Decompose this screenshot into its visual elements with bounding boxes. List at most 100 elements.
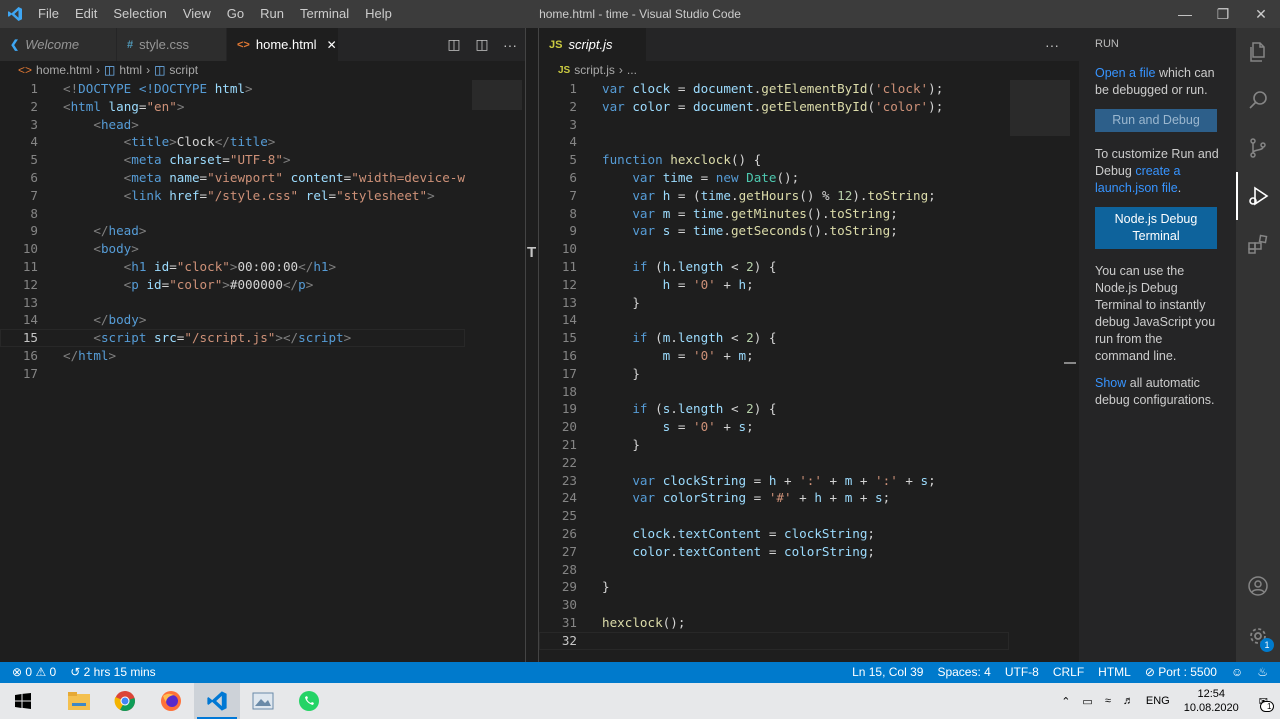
run-debug-icon[interactable] — [1236, 172, 1280, 220]
code-line[interactable]: 3 — [539, 116, 1009, 134]
whatsapp-icon[interactable] — [286, 683, 332, 719]
code-line[interactable]: 11 if (h.length < 2) { — [539, 258, 1009, 276]
close-window-button[interactable]: ✕ — [1242, 0, 1280, 28]
code-line[interactable]: 18 — [539, 383, 1009, 401]
code-line[interactable]: 21 } — [539, 436, 1009, 454]
more-actions-icon[interactable]: ··· — [496, 37, 524, 53]
chrome-icon[interactable] — [102, 683, 148, 719]
code-line[interactable]: 8 var m = time.getMinutes().toString; — [539, 205, 1009, 223]
split-editor-icon[interactable]: ◫ — [468, 36, 496, 53]
settings-gear-icon[interactable]: 1 — [1236, 612, 1280, 660]
time-tracker[interactable]: ↺ 2 hrs 15 mins — [63, 662, 162, 683]
scrollbar-thumb[interactable] — [1064, 362, 1076, 364]
code-line[interactable]: 14 — [539, 311, 1009, 329]
code-line[interactable]: 9 var s = time.getSeconds().toString; — [539, 222, 1009, 240]
code-line[interactable]: 9 </head> — [0, 222, 465, 240]
file-explorer-icon[interactable] — [56, 683, 102, 719]
menu-go[interactable]: Go — [219, 0, 252, 28]
code-line[interactable]: 11 <h1 id="clock">00:00:00</h1> — [0, 258, 465, 276]
code-line[interactable]: 10 — [539, 240, 1009, 258]
code-line[interactable]: 23 var clockString = h + ':' + m + ':' +… — [539, 472, 1009, 490]
menu-terminal[interactable]: Terminal — [292, 0, 357, 28]
language-mode[interactable]: HTML — [1091, 662, 1138, 683]
code-line[interactable]: 16 m = '0' + m; — [539, 347, 1009, 365]
code-line[interactable]: 8 — [0, 205, 465, 223]
code-line[interactable]: 22 — [539, 454, 1009, 472]
cursor-position[interactable]: Ln 15, Col 39 — [845, 662, 930, 683]
image-viewer-icon[interactable] — [240, 683, 286, 719]
code-line[interactable]: 30 — [539, 596, 1009, 614]
code-line[interactable]: 28 — [539, 561, 1009, 579]
editor-group-divider[interactable] — [525, 28, 526, 662]
code-line[interactable]: 10 <body> — [0, 240, 465, 258]
tab-style-css[interactable]: # style.css — [117, 28, 227, 61]
windows-start-icon[interactable] — [0, 683, 46, 719]
breadcrumb-item[interactable]: home.html — [36, 63, 92, 77]
code-line[interactable]: 32 — [539, 632, 1009, 650]
code-line[interactable]: 1 <!DOCTYPE <!DOCTYPE html> — [0, 80, 465, 98]
code-line[interactable]: 20 s = '0' + s; — [539, 418, 1009, 436]
code-line[interactable]: 14 </body> — [0, 311, 465, 329]
code-line[interactable]: 29} — [539, 578, 1009, 596]
tab-home-html[interactable]: <> home.html ✕ — [227, 28, 339, 61]
menu-run[interactable]: Run — [252, 0, 292, 28]
minimap[interactable] — [1010, 80, 1070, 136]
volume-icon[interactable]: ♬ — [1117, 695, 1140, 707]
code-line[interactable]: 4 — [539, 133, 1009, 151]
menu-view[interactable]: View — [175, 0, 219, 28]
notification-center-icon[interactable]: ✉1 — [1247, 695, 1280, 712]
code-line[interactable]: 6 var time = new Date(); — [539, 169, 1009, 187]
breadcrumb-item[interactable]: script.js — [574, 63, 615, 77]
source-control-icon[interactable] — [1236, 124, 1280, 172]
code-line[interactable]: 26 clock.textContent = clockString; — [539, 525, 1009, 543]
code-line[interactable]: 15 <script src="/script.js"></script> — [0, 329, 465, 347]
extensions-icon[interactable] — [1236, 220, 1280, 268]
code-line[interactable]: 25 — [539, 507, 1009, 525]
maximize-button[interactable]: ❐ — [1204, 0, 1242, 28]
show-link[interactable]: Show — [1095, 376, 1126, 390]
bell-icon[interactable]: ♨ — [1250, 662, 1280, 683]
firefox-icon[interactable] — [148, 683, 194, 719]
encoding[interactable]: UTF-8 — [998, 662, 1046, 683]
language-indicator[interactable]: ENG — [1140, 695, 1176, 707]
search-icon[interactable] — [1236, 76, 1280, 124]
tab-script-js[interactable]: JS script.js — [539, 28, 647, 61]
code-line[interactable]: 27 color.textContent = colorString; — [539, 543, 1009, 561]
code-line[interactable]: 6 <meta name="viewport" content="width=d… — [0, 169, 465, 187]
code-line[interactable]: 1 var clock = document.getElementById('cl… — [539, 80, 1009, 98]
code-line[interactable]: 19 if (s.length < 2) { — [539, 400, 1009, 418]
code-line[interactable]: 2 <html lang="en"> — [0, 98, 465, 116]
code-line[interactable]: 24 var colorString = '#' + h + m + s; — [539, 489, 1009, 507]
menu-file[interactable]: File — [30, 0, 67, 28]
code-line[interactable]: 17 } — [539, 365, 1009, 383]
code-line[interactable]: 17 — [0, 365, 465, 383]
end-of-line[interactable]: CRLF — [1046, 662, 1091, 683]
minimize-button[interactable]: — — [1166, 0, 1204, 28]
account-icon[interactable] — [1236, 562, 1280, 610]
code-line[interactable]: 15 if (m.length < 2) { — [539, 329, 1009, 347]
more-actions-icon[interactable]: ··· — [1038, 37, 1066, 53]
live-server-port[interactable]: ⊘ Port : 5500 — [1138, 662, 1224, 683]
code-line[interactable]: 12 h = '0' + h; — [539, 276, 1009, 294]
menu-selection[interactable]: Selection — [105, 0, 174, 28]
code-line[interactable]: 5 function hexclock() { — [539, 151, 1009, 169]
problems-indicator[interactable]: ⊗ 0 ⚠ 0 — [0, 662, 63, 683]
vscode-taskbar-icon[interactable] — [194, 683, 240, 719]
chevron-up-icon[interactable]: ⌃ — [1055, 695, 1076, 708]
code-line[interactable]: 2 var color = document.getElementById('co… — [539, 98, 1009, 116]
open-preview-icon[interactable]: ◫ — [440, 36, 468, 53]
tab-welcome[interactable]: ❮ Welcome — [0, 28, 117, 61]
explorer-icon[interactable] — [1236, 28, 1280, 76]
close-icon[interactable]: ✕ — [327, 38, 337, 52]
breadcrumb-item[interactable]: script — [169, 63, 198, 77]
code-line[interactable]: 7 var h = (time.getHours() % 12).toStrin… — [539, 187, 1009, 205]
code-line[interactable]: 5 <meta charset="UTF-8"> — [0, 151, 465, 169]
left-code-editor[interactable]: 1 <!DOCTYPE <!DOCTYPE html> 2 <html lang="e… — [0, 80, 465, 383]
menu-edit[interactable]: Edit — [67, 0, 105, 28]
code-line[interactable]: 13 } — [539, 294, 1009, 312]
code-line[interactable]: 3 <head> — [0, 116, 465, 134]
code-line[interactable]: 7 <link href="/style.css" rel="styleshee… — [0, 187, 465, 205]
wifi-icon[interactable]: ≈ — [1099, 695, 1117, 707]
nodejs-debug-terminal-button[interactable]: Node.js Debug Terminal — [1095, 207, 1217, 249]
menu-help[interactable]: Help — [357, 0, 400, 28]
